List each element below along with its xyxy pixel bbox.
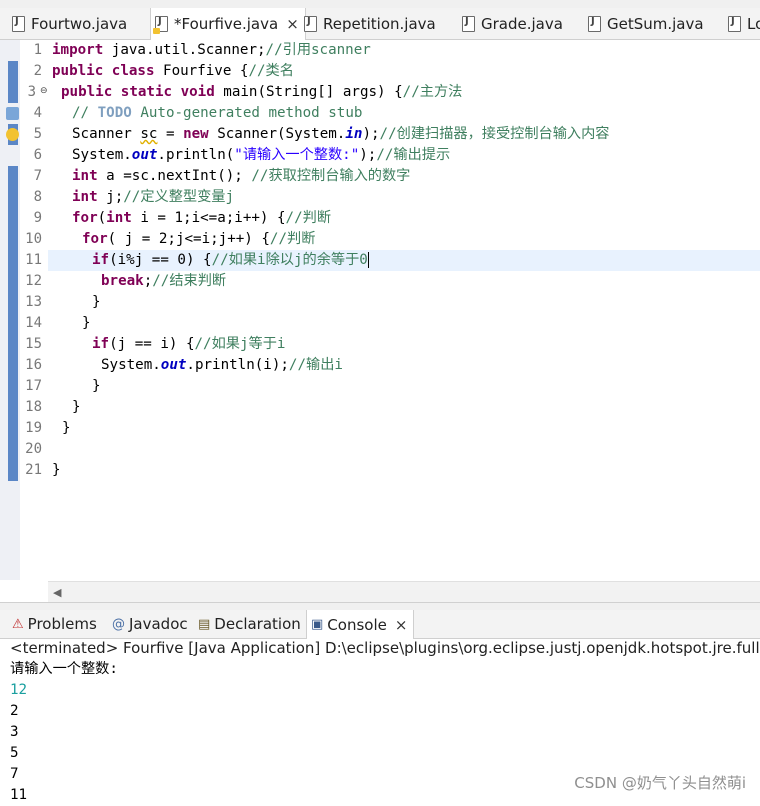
console-line: 2 [10, 703, 19, 719]
tab-overflow[interactable]: Lo [724, 8, 760, 39]
java-file-icon [462, 15, 475, 32]
line-number: 1 [33, 42, 42, 58]
watermark: CSDN @奶气丫头自然萌i [574, 774, 746, 792]
line-number: 8 [33, 189, 42, 205]
tab-label: Javadoc [129, 615, 188, 633]
problems-icon: ⚠ [12, 616, 24, 632]
code-line: public class Fourfive {//类名 [52, 63, 294, 79]
code-line: for( j = 2;j<=i;j++) {//判断 [82, 231, 316, 247]
scroll-left-icon[interactable]: ◀ [53, 586, 61, 599]
tab-label: Lo [747, 14, 760, 33]
task-marker-icon[interactable] [6, 107, 19, 120]
code-line: if(i%j == 0) {//如果i除以j的余等于0 [92, 252, 369, 268]
line-number: 16 [25, 357, 42, 373]
code-line: public static void main(String[] args) {… [61, 84, 463, 100]
change-indicator [8, 166, 18, 481]
tab-label: Console [327, 615, 387, 634]
code-line: } [62, 420, 71, 436]
code-line: System.out.println(i);//输出i [101, 357, 343, 373]
line-number: 7 [33, 168, 42, 184]
close-icon[interactable]: × [395, 616, 408, 634]
console-line: 3 [10, 724, 19, 740]
text-caret [367, 252, 369, 268]
line-number: 3 [27, 84, 36, 100]
code-line: } [92, 294, 101, 310]
tab-repetition[interactable]: Repetition.java [300, 8, 436, 39]
code-line: } [52, 462, 61, 478]
line-number-ruler: 1 2 3 4 5 6 7 8 9 10 11 12 13 14 15 16 1… [20, 40, 48, 580]
tab-problems[interactable]: ⚠ Problems [8, 610, 97, 638]
tab-label: *Fourfive.java [174, 15, 279, 33]
java-file-warning-icon [153, 16, 168, 34]
line-number: 20 [25, 441, 42, 457]
java-file-icon [304, 15, 317, 32]
horizontal-scrollbar[interactable]: ◀ [48, 581, 760, 603]
line-number: 11 [25, 252, 42, 268]
tab-fourtwo[interactable]: Fourtwo.java [8, 8, 127, 39]
line-number: 14 [25, 315, 42, 331]
line-number: 21 [25, 462, 42, 478]
tab-javadoc[interactable]: @ Javadoc [108, 610, 188, 638]
view-tab-bar: ⚠ Problems @ Javadoc ▤ Declaration ▣ Con… [0, 610, 760, 639]
code-line: int a =sc.nextInt(); //获取控制台输入的数字 [72, 168, 411, 184]
console-line: 请输入一个整数: [10, 661, 118, 677]
tab-grade[interactable]: Grade.java [458, 8, 563, 39]
warning-underline: sc [140, 126, 158, 142]
code-line: for(int i = 1;i<=a;i++) {//判断 [72, 210, 332, 226]
line-number: 4 [33, 105, 42, 121]
line-number: 13 [25, 294, 42, 310]
code-line: } [72, 399, 81, 415]
change-indicator [8, 61, 18, 103]
java-file-icon [728, 15, 741, 32]
code-line: System.out.println("请输入一个整数:");//输出提示 [72, 147, 451, 163]
line-number: 18 [25, 399, 42, 415]
line-number: 12 [25, 273, 42, 289]
declaration-icon: ▤ [198, 616, 211, 632]
tab-label: Repetition.java [323, 14, 436, 33]
code-line: int j;//定义整型变量j [72, 189, 235, 205]
code-line: break;//结束判断 [101, 273, 227, 289]
java-file-icon [588, 15, 601, 32]
console-status-line: <terminated> Fourfive [Java Application]… [10, 639, 760, 657]
tab-fourfive[interactable]: *Fourfive.java × [150, 8, 306, 40]
close-icon[interactable]: × [286, 15, 299, 33]
line-number: 17 [25, 378, 42, 394]
tab-label: GetSum.java [607, 14, 704, 33]
tab-console[interactable]: ▣ Console × [306, 610, 415, 639]
tab-label: Grade.java [481, 14, 563, 33]
tab-declaration[interactable]: ▤ Declaration [194, 610, 301, 638]
code-line: if(j == i) {//如果j等于i [92, 336, 286, 352]
code-editor[interactable]: 1 2 3 4 5 6 7 8 9 10 11 12 13 14 15 16 1… [0, 40, 760, 603]
fold-collapse-icon[interactable]: ⊖ [40, 86, 48, 96]
javadoc-icon: @ [112, 616, 125, 632]
java-file-icon [12, 15, 25, 32]
line-number: 6 [33, 147, 42, 163]
console-line: 5 [10, 745, 19, 761]
tab-label: Problems [27, 615, 97, 633]
code-line: import java.util.Scanner;//引用scanner [52, 42, 371, 58]
line-number: 15 [25, 336, 42, 352]
line-number: 2 [33, 63, 42, 79]
console-line: 7 [10, 766, 19, 782]
line-number: 5 [33, 126, 42, 142]
editor-tab-bar: Fourtwo.java *Fourfive.java × Repetition… [0, 8, 760, 40]
code-line: } [82, 315, 91, 331]
code-line: } [92, 378, 101, 394]
code-line: Scanner sc = new Scanner(System.in);//创建… [72, 126, 610, 142]
tab-label: Declaration [214, 615, 301, 633]
console-icon: ▣ [311, 617, 324, 632]
console-line: 11 [10, 787, 28, 803]
tab-label: Fourtwo.java [31, 14, 128, 33]
line-number: 19 [25, 420, 42, 436]
code-line: // TODO Auto-generated method stub [72, 105, 363, 121]
line-number: 10 [25, 231, 42, 247]
console-input-line: 12 [10, 682, 28, 698]
tab-getsum[interactable]: GetSum.java [584, 8, 704, 39]
line-number: 9 [33, 210, 42, 226]
warning-marker-icon[interactable] [6, 128, 19, 141]
